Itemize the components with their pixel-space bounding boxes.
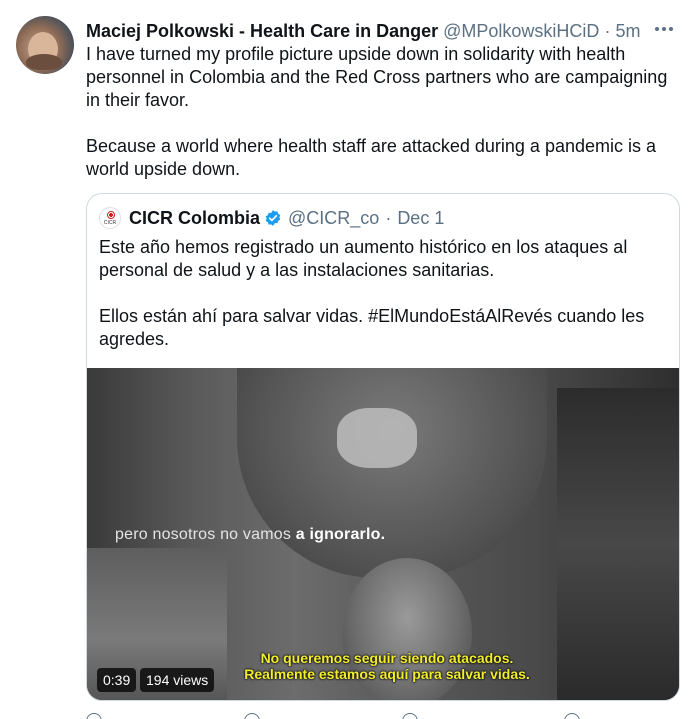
quoted-author-name[interactable]: CICR Colombia <box>129 206 260 230</box>
separator-dot: · <box>604 21 611 41</box>
author-handle[interactable]: @MPolkowskiHCiD <box>443 21 599 41</box>
quoted-tweet-date[interactable]: Dec 1 <box>397 206 444 230</box>
video-figure-arm <box>337 408 417 468</box>
tweet-paragraph: I have turned my profile picture upside … <box>86 44 668 110</box>
logo-abbr: CICR <box>103 220 117 226</box>
video-caption-top: pero nosotros no vamos a ignorarlo. <box>115 526 385 544</box>
like-icon[interactable] <box>402 713 418 719</box>
video-player[interactable]: pero nosotros no vamos a ignorarlo. No q… <box>87 368 679 700</box>
verified-badge-icon <box>264 209 282 227</box>
more-options-icon[interactable] <box>652 17 676 41</box>
caption-bold: a ignorarlo. <box>295 526 386 543</box>
caption-plain: pero nosotros no vamos <box>115 526 296 543</box>
video-duration-badge: 0:39 <box>97 668 137 692</box>
red-cross-icon <box>107 211 115 219</box>
tweet-actions <box>86 709 646 719</box>
quoted-paragraph: Este año hemos registrado un aumento his… <box>99 237 628 280</box>
cicr-logo-avatar[interactable]: CICR <box>99 207 121 229</box>
video-background-right <box>557 388 679 700</box>
tweet-paragraph: Because a world where health staff are a… <box>86 136 657 179</box>
caption-line: No queremos seguir siendo atacados. <box>260 650 514 666</box>
tweet[interactable]: Maciej Polkowski - Health Care in Danger… <box>0 0 694 719</box>
tweet-header: Maciej Polkowski - Health Care in Danger… <box>86 19 674 43</box>
retweet-icon[interactable] <box>244 713 260 719</box>
video-caption-bottom: No queremos seguir siendo atacados. Real… <box>227 650 547 682</box>
quoted-paragraph: Ellos están ahí para salvar vidas. #ElMu… <box>99 306 645 349</box>
avatar-hair <box>26 54 62 70</box>
tweet-timestamp[interactable]: 5m <box>615 21 640 41</box>
quoted-tweet-header: CICR CICR Colombia @CICR_co · Dec 1 <box>99 206 444 230</box>
tweet-text: I have turned my profile picture upside … <box>86 43 676 181</box>
quoted-tweet-text: Este año hemos registrado un aumento his… <box>99 236 669 351</box>
author-avatar[interactable] <box>16 16 74 74</box>
video-views-badge: 194 views <box>140 668 215 692</box>
caption-line: Realmente estamos aquí para salvar vidas… <box>244 666 530 682</box>
author-name[interactable]: Maciej Polkowski - Health Care in Danger <box>86 21 438 41</box>
share-icon[interactable] <box>564 713 580 719</box>
quoted-author-handle[interactable]: @CICR_co <box>288 206 379 230</box>
quoted-tweet[interactable]: CICR CICR Colombia @CICR_co · Dec 1 Este… <box>86 193 680 701</box>
video-figure-body <box>237 368 547 578</box>
separator-dot: · <box>385 208 392 228</box>
reply-icon[interactable] <box>86 713 102 719</box>
